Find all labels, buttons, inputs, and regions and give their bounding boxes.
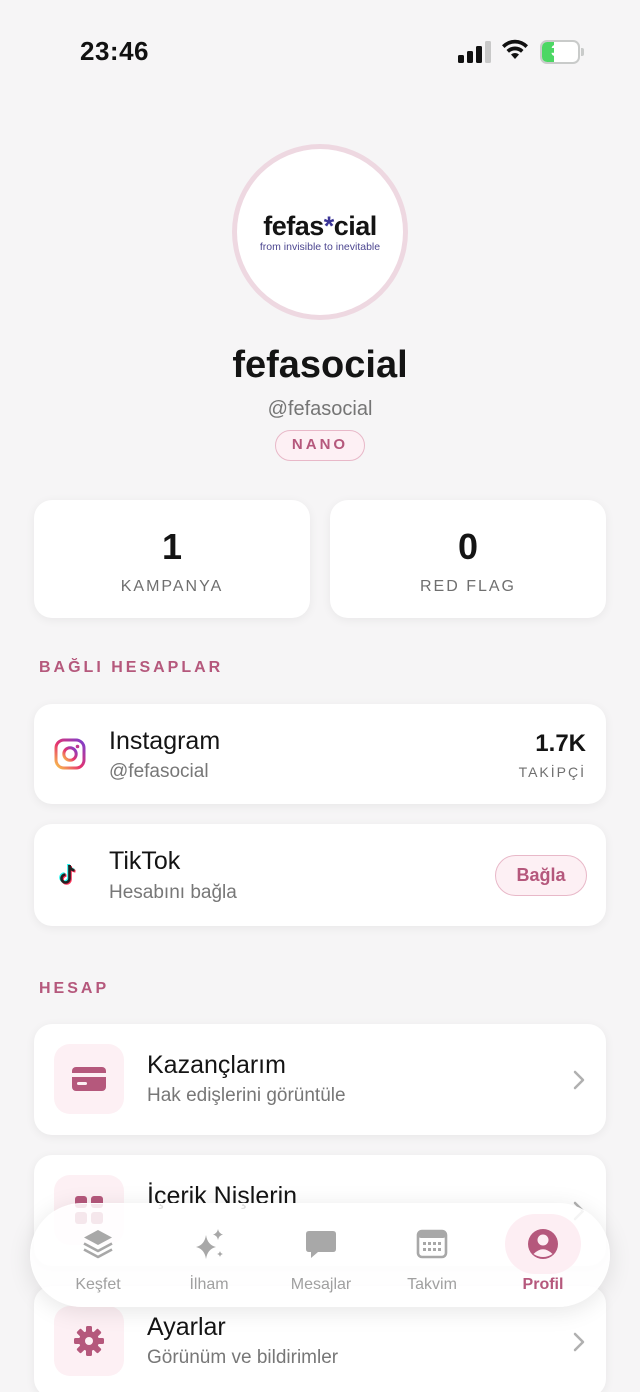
tab-profile[interactable]: Profil xyxy=(489,1204,597,1308)
user-circle-icon xyxy=(528,1229,558,1259)
follower-count: 1.7K xyxy=(535,730,586,757)
tab-label: Mesajlar xyxy=(290,1276,352,1293)
connect-tiktok-button[interactable]: Bağla xyxy=(495,855,587,896)
account-name: Instagram xyxy=(109,727,221,755)
chevron-right-icon xyxy=(573,1332,585,1352)
menu-item-title: Kazançlarım xyxy=(147,1051,286,1079)
follower-label: TAKİPÇİ xyxy=(518,764,586,780)
account-handle: @fefasocial xyxy=(109,761,209,782)
section-title-account: HESAP xyxy=(39,980,110,997)
account-name: TikTok xyxy=(109,847,181,875)
profile-name: fefasocial xyxy=(232,344,408,386)
brand-logo: fefas*cial from invisible to inevitable xyxy=(237,149,403,315)
sparkles-icon xyxy=(196,1229,223,1259)
status-time: 23:46 xyxy=(80,36,149,66)
stat-label: RED FLAG xyxy=(419,578,516,595)
tab-calendar[interactable]: Takvim xyxy=(378,1204,486,1308)
stat-value: 0 xyxy=(457,526,479,567)
tab-label: Keşfet xyxy=(75,1276,121,1293)
profile-handle: @fefasocial xyxy=(267,398,373,420)
tiktok-icon xyxy=(59,863,76,885)
menu-item-sub: Hak edişlerini görüntüle xyxy=(147,1085,346,1106)
gear-icon xyxy=(74,1326,104,1356)
chat-bubble-icon xyxy=(306,1231,336,1258)
menu-item-sub: Görünüm ve bildirimler xyxy=(147,1347,339,1368)
tab-inspiration[interactable]: İlham xyxy=(155,1204,263,1308)
tab-label: Profil xyxy=(522,1276,564,1293)
avatar[interactable]: fefas*cial from invisible to inevitable xyxy=(232,144,408,320)
tab-explore[interactable]: Keşfet xyxy=(44,1204,152,1308)
stat-value: 1 xyxy=(161,526,183,567)
menu-item-title: Ayarlar xyxy=(147,1313,226,1341)
logo-tagline: from invisible to inevitable xyxy=(259,240,381,253)
chevron-right-icon xyxy=(573,1070,585,1090)
layers-icon xyxy=(83,1230,113,1259)
section-title-linked-accounts: BAĞLI HESAPLAR xyxy=(39,659,224,676)
cellular-signal-icon xyxy=(458,41,491,63)
account-row-tiktok[interactable]: TikTok Hesabını bağla Bağla xyxy=(34,824,606,926)
stat-campaigns: 1 KAMPANYA xyxy=(34,500,310,618)
battery-indicator: 33 xyxy=(540,40,584,64)
status-bar: 23:46 33 xyxy=(0,0,640,100)
tab-label: Takvim xyxy=(407,1276,457,1293)
menu-item-earnings[interactable]: Kazançlarım Hak edişlerini görüntüle xyxy=(34,1024,606,1135)
instagram-icon xyxy=(54,738,86,770)
account-sub: Hesabını bağla xyxy=(109,882,237,903)
wifi-icon xyxy=(502,39,528,59)
calendar-icon xyxy=(416,1229,448,1259)
credit-card-icon xyxy=(72,1067,106,1091)
battery-level: 33 xyxy=(551,43,569,60)
account-row-instagram[interactable]: Instagram @fefasocial 1.7K TAKİPÇİ xyxy=(34,704,606,804)
tab-messages[interactable]: Mesajlar xyxy=(267,1204,375,1308)
stat-label: KAMPANYA xyxy=(120,578,224,595)
tab-label: İlham xyxy=(189,1276,229,1293)
stat-red-flags: 0 RED FLAG xyxy=(330,500,606,618)
tier-badge: NANO xyxy=(275,430,365,461)
tab-bar: Keşfet İlham Mesajlar Takvim Profil xyxy=(30,1203,610,1307)
